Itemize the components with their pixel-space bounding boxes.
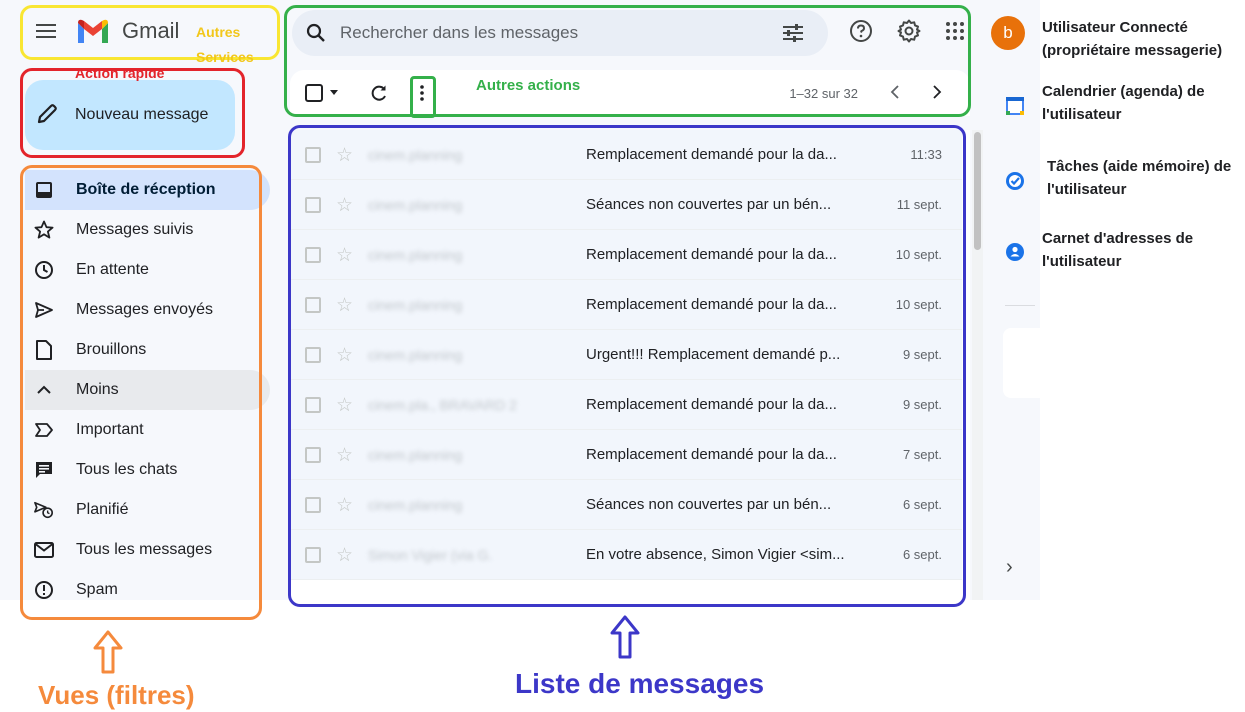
arrow-up-icon — [93, 630, 123, 674]
annotation-box-actions — [284, 5, 971, 117]
side-panel — [985, 0, 1040, 600]
annotation-box-message-list — [288, 125, 966, 607]
annotation-box-views — [20, 165, 262, 620]
side-panel-divider — [1005, 305, 1035, 306]
calendar-icon[interactable] — [1004, 95, 1026, 117]
annotation-label-calendar: Calendrier (agenda) de l'utilisateur — [1042, 83, 1205, 123]
avatar[interactable]: b — [991, 16, 1025, 50]
annotation-label-other-services: Autres Services — [196, 24, 254, 65]
annotation-label-user: Utilisateur Connecté (propriétaire messa… — [1042, 19, 1223, 59]
tasks-icon[interactable] — [1004, 170, 1026, 192]
annotation-label-tasks: Tâches (aide mémoire) de l'utilisateur — [1047, 158, 1232, 198]
annotation-box-quick-action — [20, 68, 245, 158]
annotation-label-views: Vues (filtres) — [38, 680, 195, 710]
arrow-up-icon — [610, 615, 640, 659]
annotation-label-message-list: Liste de messages — [515, 668, 765, 699]
annotation-label-quick-action: Action rapide — [75, 65, 165, 81]
scrollbar-thumb[interactable] — [974, 132, 981, 250]
annotation-label-more-actions: Autres actions — [476, 77, 581, 94]
side-panel-card — [1003, 328, 1040, 398]
chevron-right-icon[interactable]: › — [1006, 556, 1013, 579]
contacts-icon[interactable] — [1004, 241, 1026, 263]
message-list-scrollbar[interactable] — [972, 130, 983, 600]
annotation-label-contacts: Carnet d'adresses de l'utilisateur — [1042, 230, 1194, 270]
annotation-box-more-actions — [410, 76, 436, 118]
